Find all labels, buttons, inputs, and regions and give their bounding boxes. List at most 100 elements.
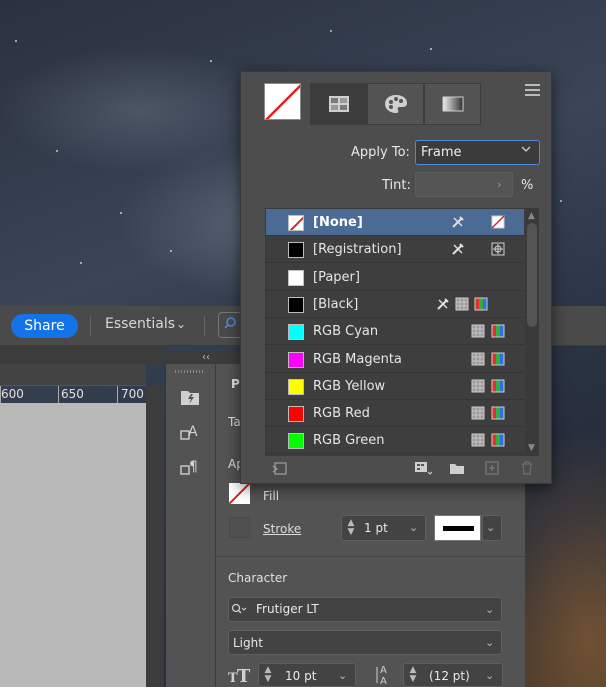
folder-icon[interactable] [449,460,465,476]
current-fill-swatch[interactable] [264,83,301,120]
swatch-chip [288,379,304,395]
ruler-label: 600 [1,387,24,401]
gradient-mode-button[interactable] [424,83,481,125]
swatch-name: RGB Magenta [313,352,402,367]
process-type-icon [471,406,485,420]
drag-grip[interactable] [175,370,203,373]
topbar-divider [204,316,205,336]
svg-text:¶: ¶ [189,459,198,475]
stroke-link[interactable]: Stroke [263,522,301,536]
swatch-name: [Paper] [313,270,360,285]
svg-text:A: A [380,676,387,686]
swatches-grid-icon [329,96,349,112]
chevron-down-icon[interactable]: ⌄ [176,317,186,331]
ruler-label: 650 [61,387,84,401]
swatch-chip [288,270,304,286]
font-size-value[interactable]: 10 pt [285,669,316,683]
swatch-row[interactable]: [Registration] [266,236,524,263]
document-tab-bar [0,346,164,364]
no-edit-icon [437,298,449,310]
section-divider [215,556,525,557]
swatch-row[interactable]: RGB Cyan [266,318,524,345]
horizontal-ruler [0,364,146,386]
chevron-down-icon[interactable]: ⌄ [338,669,347,682]
properties-section-label: Ta [228,415,241,429]
ruler-tick [117,386,118,403]
no-edit-icon [452,243,464,255]
cc-libraries-icon[interactable] [179,386,201,408]
swatch-row[interactable]: RGB Red [266,400,524,427]
chevron-down-icon[interactable]: ⌄ [485,669,494,682]
trash-icon[interactable] [519,460,535,476]
none-swatch-icon [229,483,250,504]
fill-label: Fill [263,489,280,503]
ruler-label: 700 [121,387,144,401]
new-swatch-icon[interactable] [484,460,500,476]
stepper-arrows-icon[interactable]: ▲ ▼ [404,666,422,684]
font-style-field[interactable] [228,630,502,655]
chevron-down-icon[interactable]: ⌄ [409,521,418,534]
font-style-value[interactable]: Light [233,636,263,650]
chevron-down-icon[interactable]: ⌄ [485,636,494,649]
chevron-down-icon[interactable]: ⌄ [486,521,495,534]
rgb-mode-icon [491,406,505,420]
process-type-icon [471,379,485,393]
swatch-row[interactable]: RGB Yellow [266,373,524,400]
scroll-down-icon[interactable]: ▼ [528,443,535,453]
font-size-icon: T T [228,666,250,685]
stroke-type-preview[interactable] [434,515,481,541]
panel-icon-strip [165,364,215,687]
ruler-tick [58,386,59,403]
panel-menu-icon[interactable] [525,84,540,96]
stepper-arrows-icon[interactable]: ▲ ▼ [342,519,360,537]
swatch-views-icon[interactable] [414,460,434,476]
swatch-chip [288,406,304,422]
swatch-row[interactable]: [None] [266,209,524,236]
collapse-panels-button[interactable]: ‹‹ [165,351,240,364]
swatch-row[interactable]: RGB Green [266,427,524,454]
share-button[interactable]: Share [11,314,78,338]
document-pasteboard[interactable] [0,403,146,687]
rgb-mode-icon [491,433,505,447]
font-search-icon[interactable] [231,603,247,615]
swatch-row[interactable]: [Paper] [266,264,524,291]
swatch-name: [Black] [313,297,359,312]
stroke-weight-value[interactable]: 1 pt [364,521,388,535]
swatch-chip [288,215,304,231]
swatch-row[interactable]: [Black] [266,291,524,318]
workspace-switcher[interactable]: Essentials [105,316,175,332]
gradient-icon [442,96,464,112]
scroll-up-icon[interactable]: ▲ [528,211,535,221]
swatch-chip [288,242,304,258]
vertical-scrollbar[interactable] [146,386,164,687]
search-icon[interactable] [224,316,238,330]
svg-text:T: T [237,666,250,685]
stroke-swatch[interactable] [229,517,250,538]
process-type-icon [455,297,469,311]
color-mode-button[interactable] [367,83,424,125]
chevron-down-icon[interactable]: ⌄ [485,603,494,616]
swatch-name: RGB Green [313,433,385,448]
character-styles-icon[interactable]: A [179,420,201,442]
stepper-arrows-icon[interactable]: ▲ ▼ [259,666,277,684]
registration-type-icon [491,242,505,256]
chevron-down-icon[interactable] [521,145,531,153]
swatch-row[interactable]: RGB Magenta [266,346,524,373]
scroll-thumb[interactable] [527,223,537,327]
paragraph-styles-icon[interactable]: ¶ [179,455,201,477]
chevron-right-icon[interactable]: › [497,178,501,191]
show-kinds-icon[interactable] [272,460,288,476]
process-type-icon [471,433,485,447]
font-family-value[interactable]: Frutiger LT [256,602,319,616]
none-type-icon [491,215,505,229]
swatch-list[interactable]: ▲ ▼ [None] [Registration] [Paper] [Black] RG… [265,208,539,456]
topbar-divider [90,316,91,336]
fill-swatch[interactable] [229,483,250,504]
rgb-mode-icon [474,297,488,311]
swatch-name: [Registration] [313,242,402,257]
rgb-mode-icon [491,379,505,393]
swatches-mode-button[interactable] [310,83,367,125]
process-type-icon [471,324,485,338]
leading-value[interactable]: (12 pt) [429,669,470,683]
none-swatch-icon [265,84,300,119]
